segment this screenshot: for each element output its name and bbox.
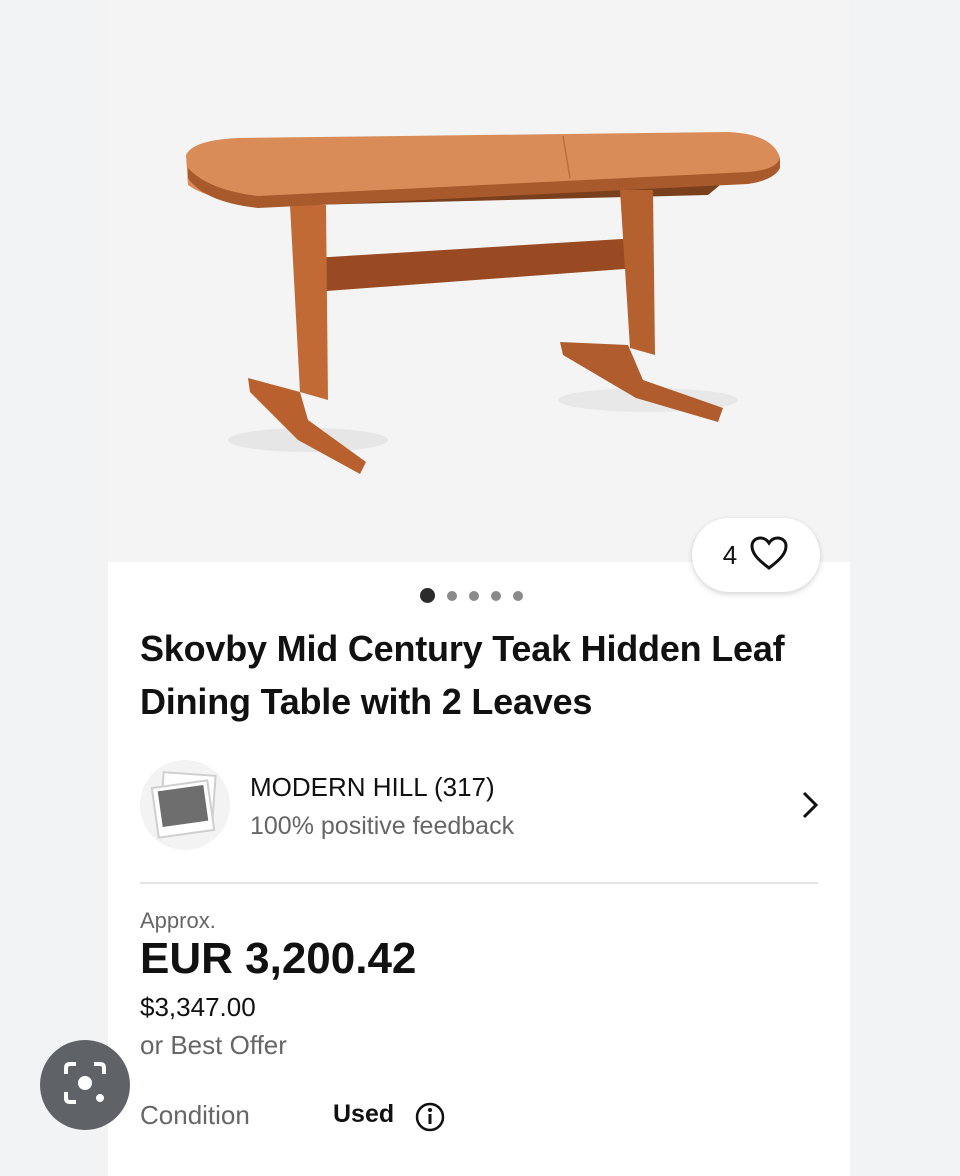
watch-count: 4	[722, 539, 738, 570]
heart-icon	[749, 535, 789, 576]
seller-row[interactable]: MODERN HILL (317) 100% positive feedback	[140, 760, 820, 852]
seller-name[interactable]: MODERN HILL (317)	[250, 772, 495, 803]
pagination-dot[interactable]	[491, 590, 501, 601]
price-converted: EUR 3,200.42	[140, 934, 417, 983]
pagination-dot[interactable]	[420, 588, 435, 603]
listing-title: Skovby Mid Century Teak Hidden Leaf Dini…	[140, 628, 785, 722]
approx-label: Approx.	[140, 908, 216, 933]
condition-value: Used	[333, 1100, 395, 1128]
divider	[140, 882, 818, 884]
lens-button[interactable]	[40, 1040, 130, 1130]
dining-table-photo	[186, 132, 780, 474]
camera-lens-icon	[60, 1058, 110, 1113]
pagination-dot[interactable]	[447, 590, 457, 601]
best-offer-text: or Best Offer	[140, 1030, 287, 1060]
photo-icon	[150, 771, 217, 839]
condition-label: Condition	[140, 1100, 250, 1130]
seller-feedback: 100% positive feedback	[250, 812, 515, 840]
image-pagination[interactable]	[420, 588, 523, 603]
pagination-dot[interactable]	[513, 590, 523, 601]
pagination-dot[interactable]	[469, 590, 479, 601]
chevron-right-icon[interactable]	[800, 790, 820, 825]
watch-button[interactable]: 4	[692, 518, 820, 592]
info-icon[interactable]	[414, 1101, 446, 1138]
product-image[interactable]	[108, 0, 850, 562]
price-original: $3,347.00	[140, 992, 256, 1022]
seller-avatar	[140, 760, 230, 850]
